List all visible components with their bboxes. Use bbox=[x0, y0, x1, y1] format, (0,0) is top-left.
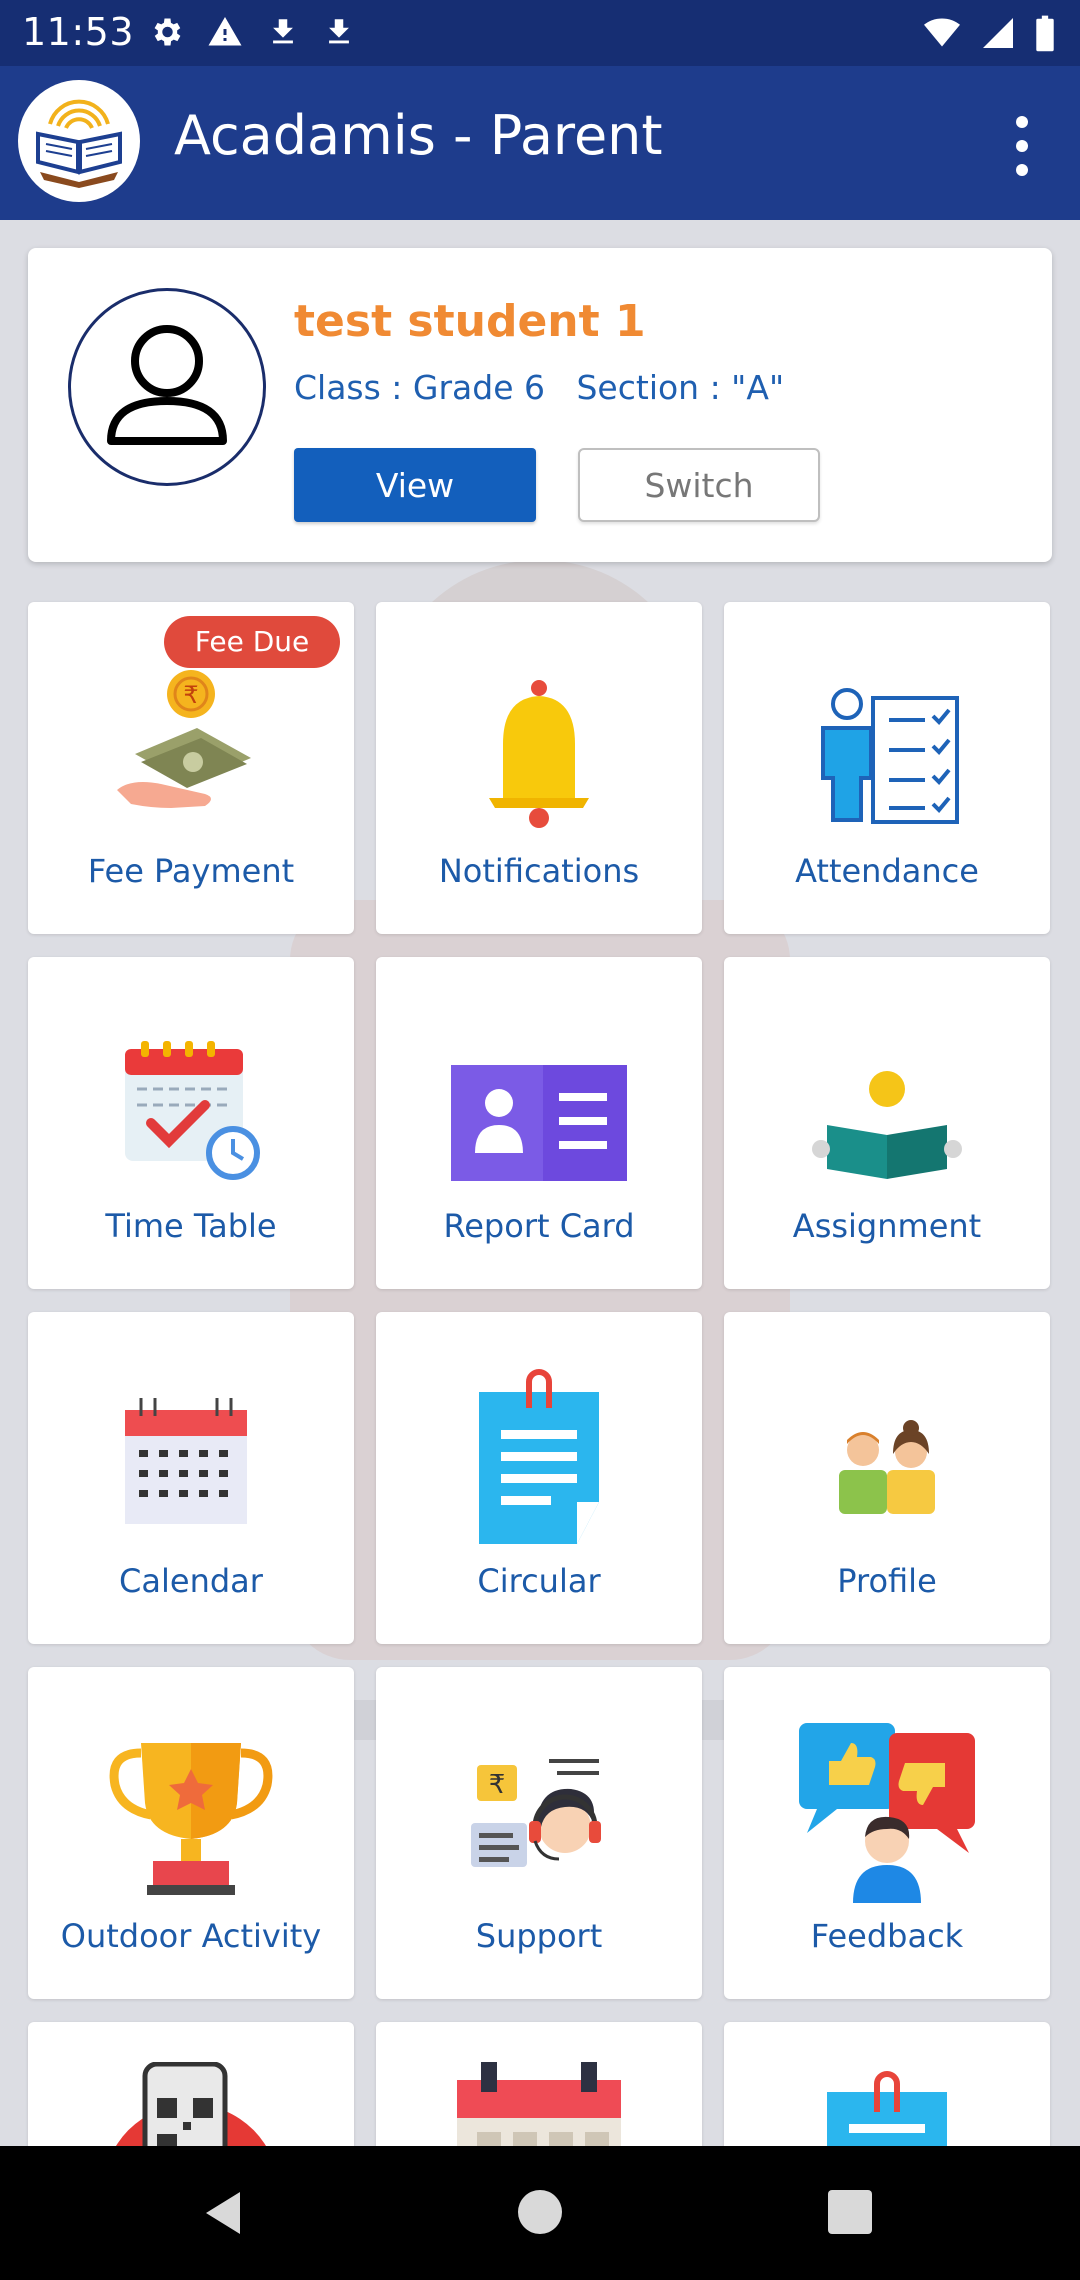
svg-text:₹: ₹ bbox=[489, 1770, 506, 1800]
status-system-icons bbox=[922, 14, 1056, 52]
status-bar: 11:53 bbox=[0, 0, 1080, 66]
timetable-calendar-icon bbox=[125, 1041, 260, 1180]
status-time: 11:53 bbox=[22, 10, 135, 54]
tile-notice[interactable] bbox=[724, 2022, 1050, 2146]
school-book-logo bbox=[18, 80, 140, 202]
wifi-icon bbox=[924, 18, 960, 47]
tile-circular[interactable]: Circular bbox=[376, 1312, 702, 1644]
tile-calendar[interactable]: Calendar bbox=[28, 1312, 354, 1644]
tile-label: Feedback bbox=[810, 1917, 964, 1955]
tile-label: Circular bbox=[477, 1562, 601, 1600]
more-options-button[interactable] bbox=[1002, 116, 1042, 176]
switch-button[interactable]: Switch bbox=[578, 448, 820, 522]
tile-label: Fee Payment bbox=[87, 852, 295, 890]
event-calendar-icon bbox=[457, 2062, 621, 2146]
tile-fee-payment[interactable]: Fee Due ₹ Fee Payment bbox=[28, 602, 354, 934]
tile-label: Assignment bbox=[792, 1207, 982, 1245]
gear-icon bbox=[154, 18, 181, 46]
reading-book-icon bbox=[812, 1071, 962, 1179]
tile-qr-scan[interactable] bbox=[28, 2022, 354, 2146]
tile-events[interactable] bbox=[376, 2022, 702, 2146]
more-vert-icon bbox=[1016, 116, 1028, 128]
signal-icon bbox=[983, 18, 1013, 48]
tile-label: Time Table bbox=[105, 1207, 277, 1245]
home-icon[interactable] bbox=[518, 2190, 562, 2234]
fee-payment-icon: ₹ bbox=[117, 670, 251, 808]
download-icon bbox=[329, 19, 349, 44]
navigation-bar bbox=[0, 2146, 1080, 2280]
tile-attendance[interactable]: Attendance bbox=[724, 602, 1050, 934]
dashboard-content[interactable]: test student 1 Class : Grade 6 Section :… bbox=[0, 220, 1080, 2146]
student-class-section: Class : Grade 6 Section : "A" bbox=[294, 368, 785, 407]
report-card-icon bbox=[451, 1065, 627, 1181]
app-title: Acadamis - Parent bbox=[174, 104, 663, 167]
view-button[interactable]: View bbox=[294, 448, 536, 522]
feedback-thumbs-icon bbox=[799, 1723, 975, 1903]
tile-label: Outdoor Activity bbox=[60, 1917, 322, 1955]
tile-label: Profile bbox=[837, 1562, 937, 1600]
svg-text:₹: ₹ bbox=[183, 681, 198, 709]
tile-label: Report Card bbox=[443, 1207, 635, 1245]
student-avatar bbox=[68, 288, 266, 486]
tile-label: Attendance bbox=[795, 852, 979, 890]
tile-label: Calendar bbox=[119, 1562, 263, 1600]
download-icon bbox=[273, 19, 293, 44]
student-card: test student 1 Class : Grade 6 Section :… bbox=[28, 248, 1052, 562]
calendar-icon bbox=[125, 1398, 247, 1524]
back-icon[interactable] bbox=[200, 2188, 250, 2238]
bell-icon bbox=[489, 680, 589, 828]
app-bar: Acadamis - Parent bbox=[0, 66, 1080, 220]
qr-code-phone-icon bbox=[116, 2062, 266, 2146]
tile-label: Notifications bbox=[438, 852, 640, 890]
tile-notifications[interactable]: Notifications bbox=[376, 602, 702, 934]
tile-profile[interactable]: Profile bbox=[724, 1312, 1050, 1644]
trophy-icon bbox=[109, 1743, 273, 1895]
warning-icon bbox=[208, 17, 242, 46]
tile-report-card[interactable]: Report Card bbox=[376, 957, 702, 1289]
tile-assignment[interactable]: Assignment bbox=[724, 957, 1050, 1289]
tile-support[interactable]: ₹ Support bbox=[376, 1667, 702, 1999]
battery-icon bbox=[1036, 15, 1054, 52]
student-name: test student 1 bbox=[294, 296, 646, 347]
recents-icon[interactable] bbox=[828, 2190, 872, 2234]
attendance-checklist-icon bbox=[821, 688, 959, 824]
tile-time-table[interactable]: Time Table bbox=[28, 957, 354, 1289]
support-agent-icon: ₹ bbox=[471, 1759, 601, 1867]
clipboard-icon bbox=[827, 2071, 947, 2146]
tile-outdoor-activity[interactable]: Outdoor Activity bbox=[28, 1667, 354, 1999]
status-notification-icons bbox=[148, 14, 356, 50]
tile-feedback[interactable]: Feedback bbox=[724, 1667, 1050, 1999]
tile-label: Support bbox=[475, 1917, 603, 1955]
parents-icon bbox=[839, 1420, 935, 1514]
circular-document-icon bbox=[479, 1369, 599, 1544]
